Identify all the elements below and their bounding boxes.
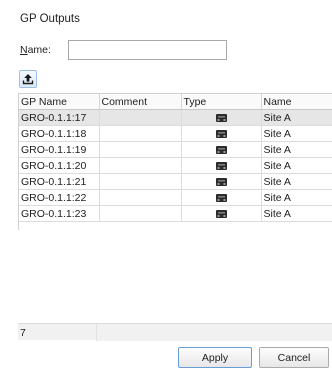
column-header-type[interactable]: Type xyxy=(181,94,262,110)
table-row[interactable]: GRO-0.1.1:20 Site A xyxy=(19,157,332,174)
cell-name: Site A xyxy=(261,173,332,190)
cell-comment[interactable] xyxy=(99,205,182,222)
cell-gp-name: GRO-0.1.1:20 xyxy=(19,157,100,174)
cell-gp-name: GRO-0.1.1:23 xyxy=(19,205,100,222)
cell-gp-name: GRO-0.1.1:22 xyxy=(19,189,100,206)
table-row[interactable]: GRO-0.1.1:17 Site A xyxy=(19,109,332,126)
cell-comment[interactable] xyxy=(99,125,182,142)
row-count: 7 xyxy=(18,323,96,340)
output-device-icon xyxy=(215,177,227,186)
cell-type xyxy=(181,173,262,190)
cell-gp-name: GRO-0.1.1:17 xyxy=(19,109,100,126)
output-device-icon xyxy=(215,113,227,122)
column-header-comment[interactable]: Comment xyxy=(99,94,182,110)
cell-gp-name: GRO-0.1.1:19 xyxy=(19,141,100,158)
gp-outputs-table: GP Name Comment Type Name GRO-0.1.1:17 Si… xyxy=(18,93,332,230)
window-title: GP Outputs xyxy=(20,13,80,25)
table-row[interactable]: GRO-0.1.1:18 Site A xyxy=(19,125,332,142)
cell-name: Site A xyxy=(261,109,332,126)
cell-name: Site A xyxy=(261,205,332,222)
cell-comment[interactable] xyxy=(99,189,182,206)
cell-name: Site A xyxy=(261,125,332,142)
table-row[interactable]: GRO-0.1.1:19 Site A xyxy=(19,141,332,158)
table-row[interactable]: GRO-0.1.1:21 Site A xyxy=(19,173,332,190)
cell-name: Site A xyxy=(261,189,332,206)
table-row[interactable]: GRO-0.1.1:23 Site A xyxy=(19,205,332,222)
cancel-button[interactable]: Cancel xyxy=(259,347,329,368)
column-header-gp-name[interactable]: GP Name xyxy=(19,94,100,110)
apply-button[interactable]: Apply xyxy=(178,347,252,368)
table-header-row: GP Name Comment Type Name xyxy=(19,94,332,110)
cell-type xyxy=(181,205,262,222)
name-filter-input[interactable] xyxy=(68,40,227,60)
cell-comment[interactable] xyxy=(99,157,182,174)
table-row[interactable]: GRO-0.1.1:22 Site A xyxy=(19,189,332,206)
cell-gp-name: GRO-0.1.1:18 xyxy=(19,125,100,142)
cell-comment[interactable] xyxy=(99,141,182,158)
cell-name: Site A xyxy=(261,141,332,158)
output-device-icon xyxy=(215,209,227,218)
output-device-icon xyxy=(215,145,227,154)
cell-type xyxy=(181,157,262,174)
upload-arrow-icon xyxy=(22,74,34,85)
output-device-icon xyxy=(215,129,227,138)
cell-type xyxy=(181,125,262,142)
cell-name: Site A xyxy=(261,157,332,174)
cell-comment[interactable] xyxy=(99,173,182,190)
cell-type xyxy=(181,109,262,126)
output-device-icon xyxy=(215,161,227,170)
status-bar xyxy=(96,323,332,341)
column-header-name[interactable]: Name xyxy=(261,94,332,110)
cell-gp-name: GRO-0.1.1:21 xyxy=(19,173,100,190)
output-device-icon xyxy=(215,193,227,202)
cell-type xyxy=(181,141,262,158)
export-button[interactable] xyxy=(19,70,37,88)
name-label: Name: xyxy=(20,44,51,56)
cell-type xyxy=(181,189,262,206)
cell-comment[interactable] xyxy=(99,109,182,126)
